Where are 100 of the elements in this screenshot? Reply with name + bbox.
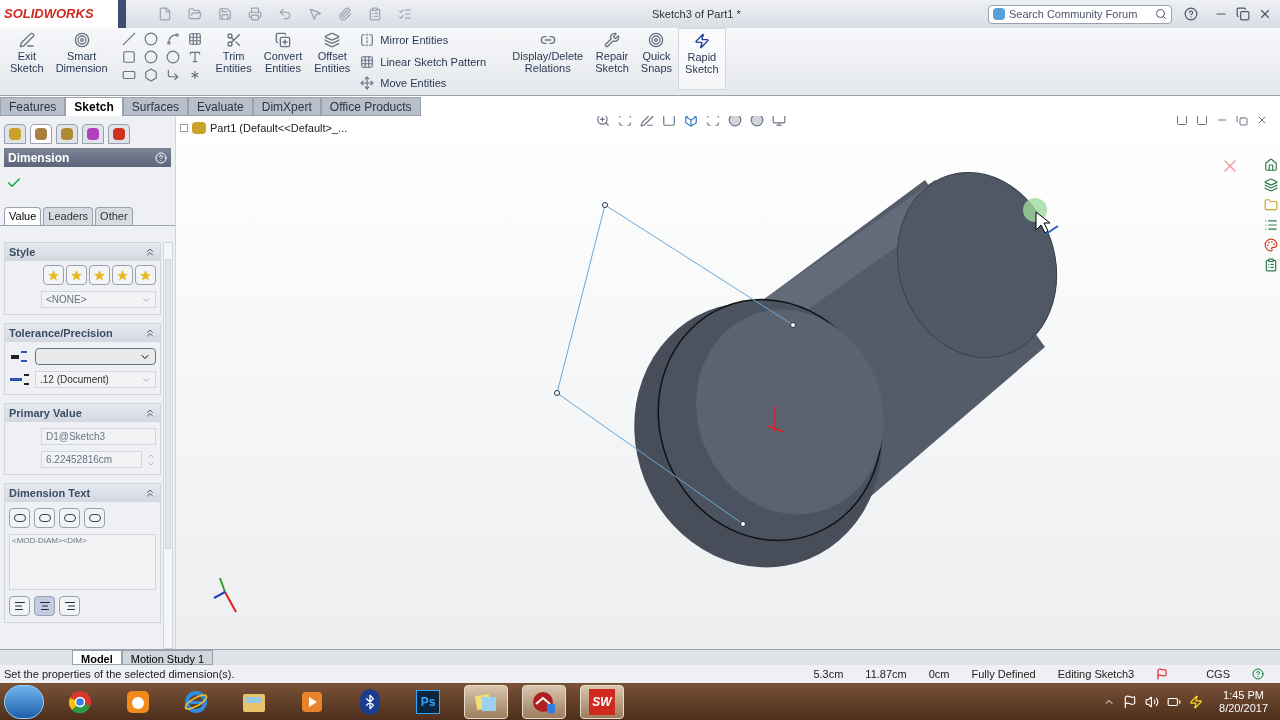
- palette-icon[interactable]: [1264, 238, 1278, 252]
- search-field[interactable]: Search Community Forum: [988, 4, 1172, 24]
- model-tab[interactable]: Model: [72, 650, 122, 665]
- section-view-icon[interactable]: [662, 116, 676, 127]
- select-icon[interactable]: [308, 7, 322, 21]
- clock[interactable]: 1:45 PM 8/20/2017: [1219, 688, 1268, 715]
- style-select[interactable]: <NONE>: [41, 291, 156, 308]
- panel-tab[interactable]: Value: [4, 207, 42, 225]
- help-icon[interactable]: [1252, 668, 1264, 680]
- section-header[interactable]: Tolerance/Precision: [5, 324, 160, 342]
- command-tab[interactable]: Features: [0, 97, 66, 116]
- zoom-icon[interactable]: [596, 116, 610, 127]
- zoom-area-icon[interactable]: [618, 116, 632, 127]
- view-orientation-icon[interactable]: [684, 116, 698, 127]
- dimension-text-field[interactable]: <MOD-DIAM><DIM>: [9, 534, 156, 590]
- flag-icon[interactable]: [1123, 694, 1138, 709]
- ellipse-icon[interactable]: [165, 50, 180, 64]
- collapse-icon[interactable]: [144, 246, 156, 258]
- spline-icon[interactable]: [165, 32, 180, 46]
- open-folder-icon[interactable]: [188, 7, 202, 21]
- taskbar-app[interactable]: SW: [580, 684, 624, 719]
- units-menu[interactable]: CGS: [1206, 665, 1230, 683]
- list-icon[interactable]: [1264, 218, 1278, 232]
- property-icon[interactable]: [30, 124, 52, 144]
- ribbon-button[interactable]: Repair Sketch: [589, 28, 635, 90]
- collapse-icon[interactable]: [144, 407, 156, 419]
- layers-icon[interactable]: [1264, 178, 1278, 192]
- ribbon-button[interactable]: Display/Delete Relations: [506, 28, 590, 90]
- ribbon-button[interactable]: Trim Entities: [209, 28, 258, 90]
- dimension-value-field[interactable]: 6.22452816cm: [41, 451, 142, 468]
- options-icon[interactable]: [398, 7, 412, 21]
- start-button[interactable]: [4, 684, 44, 719]
- ribbon-button[interactable]: Rapid Sketch: [678, 28, 726, 90]
- dimension-name-field[interactable]: D1@Sketch3: [41, 428, 156, 445]
- section-header[interactable]: Primary Value: [5, 404, 160, 422]
- command-tab[interactable]: Surfaces: [122, 97, 189, 116]
- ribbon-button[interactable]: Quick Snaps: [634, 28, 679, 90]
- close-icon[interactable]: [1256, 116, 1268, 126]
- home-icon[interactable]: [1264, 158, 1278, 172]
- polygon-icon[interactable]: [143, 68, 158, 82]
- circle-icon[interactable]: [143, 32, 158, 46]
- command-tab[interactable]: Office Products: [320, 97, 421, 116]
- tree-item[interactable]: Part1 (Default<<Default>_...: [210, 120, 348, 137]
- command-tab[interactable]: DimXpert: [252, 97, 321, 116]
- grid-icon[interactable]: [187, 32, 202, 46]
- command-tab[interactable]: Sketch: [65, 97, 123, 116]
- align-center-button[interactable]: [34, 596, 55, 616]
- appearance-icon[interactable]: [750, 116, 764, 127]
- tolerance-select[interactable]: [35, 348, 156, 365]
- collapse-icon[interactable]: [144, 327, 156, 339]
- print-icon[interactable]: [248, 7, 262, 21]
- graphics-area[interactable]: Part1 (Default<<Default>_...: [176, 116, 1280, 649]
- panel-tab[interactable]: Leaders: [43, 207, 94, 225]
- scrollbar[interactable]: [163, 242, 173, 649]
- ribbon-button[interactable]: Exit Sketch: [4, 28, 50, 90]
- ribbon-button[interactable]: Mirror Entities: [360, 32, 503, 49]
- ribbon-button[interactable]: Linear Sketch Pattern: [360, 53, 503, 70]
- split-left-icon[interactable]: [1176, 116, 1188, 126]
- fillet-icon[interactable]: [165, 68, 180, 82]
- align-left-button[interactable]: [9, 596, 30, 616]
- restore-icon[interactable]: [1236, 7, 1250, 21]
- display-style-icon[interactable]: [706, 116, 720, 127]
- text-icon[interactable]: [187, 50, 202, 64]
- folder-icon[interactable]: [1264, 198, 1278, 212]
- arc-icon[interactable]: [143, 50, 158, 64]
- split-right-icon[interactable]: [1196, 116, 1208, 126]
- taskbar-app[interactable]: Ps: [406, 684, 450, 719]
- power-icon[interactable]: [1189, 694, 1204, 709]
- rectangle-icon[interactable]: [121, 50, 136, 64]
- close-icon[interactable]: [1258, 7, 1272, 21]
- clipboard-icon[interactable]: [1264, 258, 1278, 272]
- command-tab[interactable]: Evaluate: [188, 97, 253, 116]
- ribbon-button[interactable]: Smart Dimension: [49, 28, 114, 90]
- collapse-icon[interactable]: [144, 487, 156, 499]
- search-icon[interactable]: [1155, 8, 1167, 20]
- taskbar-app[interactable]: [522, 684, 566, 719]
- line-icon[interactable]: [121, 32, 136, 46]
- config-icon[interactable]: [56, 124, 78, 144]
- ribbon-button[interactable]: Offset Entities: [308, 28, 357, 90]
- ribbon-button[interactable]: Move Entities: [360, 75, 503, 92]
- help-icon[interactable]: [1184, 7, 1198, 21]
- scene-icon[interactable]: [772, 116, 786, 127]
- section-header[interactable]: Style: [5, 243, 160, 261]
- clipboard-icon[interactable]: [368, 7, 382, 21]
- ribbon-button[interactable]: Convert Entities: [257, 28, 309, 90]
- panel-tab[interactable]: Other: [95, 207, 133, 225]
- crosshair-icon[interactable]: [82, 124, 104, 144]
- hide-show-icon[interactable]: [728, 116, 742, 127]
- expand-icon[interactable]: [180, 124, 188, 133]
- appearance-icon[interactable]: [108, 124, 130, 144]
- section-header[interactable]: Dimension Text: [5, 484, 160, 502]
- precision-select[interactable]: .12 (Document): [35, 371, 156, 388]
- paperclip-icon[interactable]: [338, 7, 352, 21]
- taskbar-app[interactable]: [464, 684, 508, 719]
- volume-icon[interactable]: [1145, 694, 1160, 709]
- rebuild-icon[interactable]: [1156, 668, 1169, 680]
- undo-icon[interactable]: [278, 7, 292, 21]
- save-icon[interactable]: [218, 7, 232, 21]
- align-right-button[interactable]: [59, 596, 80, 616]
- slot-icon[interactable]: [121, 68, 136, 82]
